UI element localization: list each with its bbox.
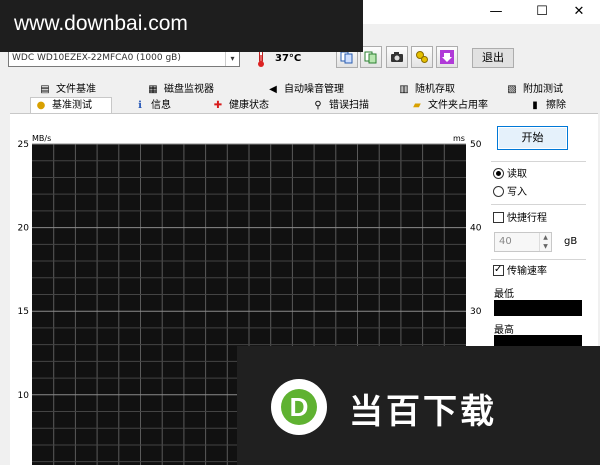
close-button[interactable]: ✕ (556, 0, 600, 24)
exit-button[interactable]: 退出 (472, 48, 514, 68)
tab-file-benchmark[interactable]: ▤ 文件基准 (38, 82, 96, 98)
camera-icon (391, 52, 403, 62)
tab-health[interactable]: ✚ 健康状态 (211, 98, 269, 114)
left-tick-label: 25 (18, 140, 29, 150)
short-stroke-label: 快捷行程 (507, 213, 547, 224)
min-value-box (494, 300, 582, 316)
left-tick-label: 20 (18, 224, 30, 234)
left-axis-unit: MB/s (32, 134, 51, 143)
tab-random-access[interactable]: ▥ 随机存取 (397, 82, 455, 98)
short-stroke-checkbox[interactable]: 快捷行程 (493, 212, 547, 226)
tab-aam[interactable]: ◀ 自动噪音管理 (266, 82, 344, 98)
tab-folder-usage[interactable]: ▰ 文件夹占用率 (410, 98, 488, 114)
watermark-logo-letter: D (281, 389, 317, 425)
tab-label: 基准测试 (52, 100, 92, 111)
max-label: 最高 (494, 325, 514, 336)
copy-text-icon (340, 51, 353, 64)
divider (491, 204, 586, 205)
app-window: — ☐ ✕ www.downbai.com WDC WD10EZEX-22MFC… (0, 0, 600, 465)
read-radio-label: 读取 (507, 169, 527, 180)
file-benchmark-icon: ▤ (40, 84, 50, 95)
download-icon (440, 50, 454, 64)
tab-label: 附加测试 (523, 84, 563, 95)
right-tick-label: 30 (470, 307, 482, 317)
trash-icon: ▮ (532, 100, 538, 111)
disk-monitor-icon: ▦ (148, 84, 158, 95)
stepper-arrows-icon[interactable]: ▲ ▼ (539, 233, 551, 251)
right-tick-label: 40 (470, 224, 482, 234)
temperature-readout: 37°C (275, 53, 302, 64)
tab-label: 错误扫描 (329, 100, 369, 111)
tab-label: 擦除 (546, 100, 566, 111)
random-access-icon: ▥ (399, 84, 409, 95)
divider (491, 161, 586, 162)
right-axis-unit: ms (453, 134, 465, 143)
tab-error-scan[interactable]: ⚲ 错误扫描 (311, 98, 369, 114)
options-button[interactable] (411, 46, 433, 68)
write-radio-dot (493, 186, 504, 197)
tab-erase[interactable]: ▮ 擦除 (528, 98, 566, 114)
options-icon (416, 51, 428, 63)
transfer-rate-label: 传输速率 (507, 266, 547, 277)
transfer-rate-box (493, 263, 504, 277)
short-stroke-stepper[interactable]: 40 ▲ ▼ (494, 232, 552, 252)
magnifier-icon: ⚲ (314, 100, 322, 111)
chevron-down-icon: ▾ (225, 51, 239, 66)
tab-label: 随机存取 (415, 84, 455, 95)
read-radio[interactable]: 读取 (493, 168, 583, 182)
tab-label: 自动噪音管理 (284, 84, 344, 95)
tab-label: 磁盘监视器 (164, 84, 214, 95)
extra-tests-icon: ▧ (507, 84, 517, 95)
write-radio-label: 写入 (507, 187, 527, 198)
tab-disk-monitor[interactable]: ▦ 磁盘监视器 (146, 82, 214, 98)
divider (491, 259, 586, 260)
bulb-icon: ● (36, 100, 46, 111)
copy-screen-button[interactable] (360, 46, 382, 68)
tab-label: 信息 (151, 100, 171, 111)
left-tick-label: 10 (18, 391, 30, 401)
start-button[interactable]: 开始 (497, 126, 568, 150)
tab-extra-tests[interactable]: ▧ 附加测试 (505, 82, 563, 98)
tab-label: 文件夹占用率 (428, 100, 488, 111)
screenshot-button[interactable] (386, 46, 408, 68)
tab-label: 健康状态 (229, 100, 269, 111)
right-tick-label: 50 (470, 140, 482, 150)
short-stroke-value: 40 (499, 236, 512, 247)
tab-info[interactable]: ℹ 信息 (133, 98, 171, 114)
tab-benchmark[interactable]: ● 基准测试 (30, 97, 112, 113)
read-radio-dot (493, 168, 504, 179)
short-stroke-unit: gB (564, 236, 578, 247)
drive-select[interactable]: WDC WD10EZEX-22MFCA0 (1000 gB) ▾ (8, 50, 240, 67)
left-tick-label: 15 (18, 307, 29, 317)
transfer-rate-checkbox[interactable]: 传输速率 (493, 263, 547, 279)
speaker-icon: ◀ (269, 84, 277, 95)
min-label: 最低 (494, 289, 514, 300)
watermark-text: 当百下载 (349, 392, 497, 432)
watermark-bottom: D 当百下载 (237, 346, 600, 465)
folder-icon: ▰ (413, 100, 421, 111)
drive-select-value: WDC WD10EZEX-22MFCA0 (1000 gB) (12, 53, 181, 63)
write-radio[interactable]: 写入 (493, 186, 583, 200)
info-icon: ℹ (138, 100, 142, 111)
minimize-button[interactable]: — (473, 0, 519, 24)
short-stroke-box (493, 212, 504, 223)
thermometer-icon (258, 50, 264, 67)
download-button[interactable] (436, 46, 458, 68)
watermark-logo: D (271, 379, 327, 435)
copy-screen-icon (364, 51, 377, 64)
watermark-top: www.downbai.com (0, 0, 363, 52)
tab-label: 文件基准 (56, 84, 96, 95)
health-cross-icon: ✚ (213, 100, 223, 111)
